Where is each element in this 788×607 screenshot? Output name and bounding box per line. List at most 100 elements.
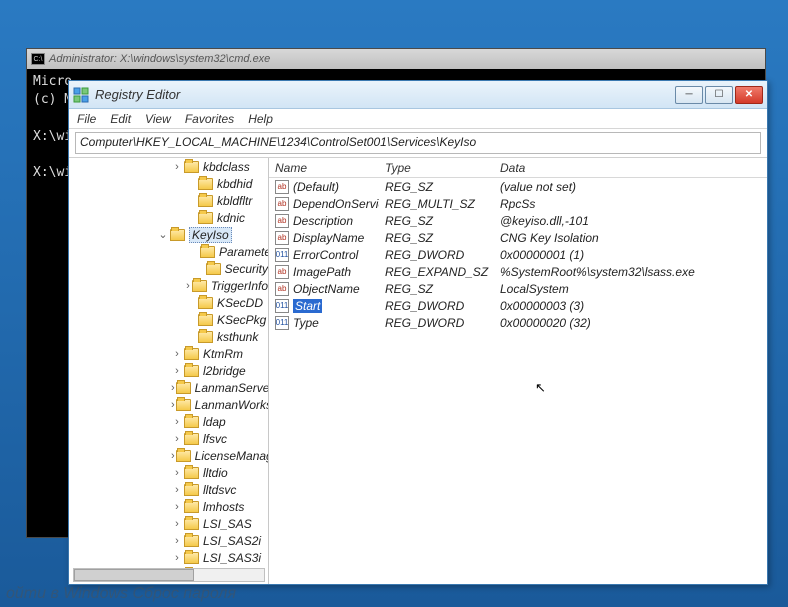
tree-node-ktmrm[interactable]: › KtmRm <box>69 345 268 362</box>
tree-node-lmhosts[interactable]: ›lmhosts <box>69 498 268 515</box>
scrollbar-thumb[interactable] <box>74 569 194 581</box>
regedit-title-text: Registry Editor <box>95 87 675 102</box>
tree-node-kdnic[interactable]: kdnic <box>69 209 268 226</box>
column-header-data[interactable]: Data <box>494 159 767 177</box>
tree-node-lsi_sas3i[interactable]: › LSI_SAS3i <box>69 549 268 566</box>
tree-node-lsi_sas[interactable]: ›LSI_SAS <box>69 515 268 532</box>
menu-view[interactable]: View <box>145 112 171 126</box>
chevron-right-icon[interactable]: › <box>171 518 183 530</box>
value-row[interactable]: abDisplayNameREG_SZCNG Key Isolation <box>269 229 767 246</box>
tree-node-parameters[interactable]: Parameters <box>69 243 268 260</box>
tree-node-label: LSI_SAS3i <box>203 551 261 565</box>
chevron-right-icon[interactable]: › <box>171 416 183 428</box>
tree-node-lanmanserver[interactable]: ›LanmanServer <box>69 379 268 396</box>
values-pane[interactable]: Name Type Data ab(Default)REG_SZ(value n… <box>269 158 767 584</box>
tree-node-kbdclass[interactable]: › kbdclass <box>69 158 268 175</box>
value-data: 0x00000003 (3) <box>494 299 767 313</box>
chevron-right-icon[interactable]: › <box>171 433 183 445</box>
chevron-right-icon[interactable]: › <box>171 535 183 547</box>
tree-node-lanmanworks[interactable]: ›LanmanWorks <box>69 396 268 413</box>
minimize-button[interactable]: ─ <box>675 86 703 104</box>
tree-node-ksecdd[interactable]: KSecDD <box>69 294 268 311</box>
value-row[interactable]: abImagePathREG_EXPAND_SZ%SystemRoot%\sys… <box>269 263 767 280</box>
cmd-titlebar[interactable]: C:\ Administrator: X:\windows\system32\c… <box>27 49 765 69</box>
tree-node-label: KeyIso <box>189 227 232 243</box>
menu-file[interactable]: File <box>77 112 96 126</box>
chevron-right-icon[interactable]: › <box>171 365 183 377</box>
tree-node-lfsvc[interactable]: ›lfsvc <box>69 430 268 447</box>
chevron-right-icon[interactable]: › <box>171 399 175 411</box>
chevron-right-icon[interactable]: › <box>171 348 183 360</box>
tree-node-label: Parameters <box>219 245 269 259</box>
chevron-right-icon[interactable]: › <box>171 161 183 173</box>
value-row[interactable]: abObjectNameREG_SZLocalSystem <box>269 280 767 297</box>
folder-icon <box>184 161 199 173</box>
tree-node-ldap[interactable]: ›ldap <box>69 413 268 430</box>
folder-icon <box>192 280 207 292</box>
value-row[interactable]: 011TypeREG_DWORD0x00000020 (32) <box>269 314 767 331</box>
value-name: Description <box>293 214 353 228</box>
value-type: REG_MULTI_SZ <box>379 197 494 211</box>
tree-node-lsi_sas2i[interactable]: › LSI_SAS2i <box>69 532 268 549</box>
value-row[interactable]: 011StartREG_DWORD0x00000003 (3) <box>269 297 767 314</box>
tree-h-scrollbar[interactable] <box>73 568 265 582</box>
chevron-right-icon[interactable]: › <box>171 552 183 564</box>
tree-node-lltdsvc[interactable]: ›lltdsvc <box>69 481 268 498</box>
value-row[interactable]: ab(Default)REG_SZ(value not set) <box>269 178 767 195</box>
value-row[interactable]: 011ErrorControlREG_DWORD0x00000001 (1) <box>269 246 767 263</box>
folder-icon <box>176 382 191 394</box>
tree-node-l2bridge[interactable]: ›l2bridge <box>69 362 268 379</box>
value-data: LocalSystem <box>494 282 767 296</box>
value-data: 0x00000020 (32) <box>494 316 767 330</box>
value-type: REG_DWORD <box>379 299 494 313</box>
string-value-icon: ab <box>275 180 289 194</box>
menu-favorites[interactable]: Favorites <box>185 112 234 126</box>
tree-pane[interactable]: › kbdclasskbdhidkbldfltr kdnic ⌄ KeyIso Param… <box>69 158 269 584</box>
tree-node-label: kdnic <box>217 211 245 225</box>
folder-icon <box>200 246 215 258</box>
value-data: (value not set) <box>494 180 767 194</box>
chevron-right-icon[interactable]: › <box>171 450 175 462</box>
tree-node-keyiso[interactable]: ⌄ KeyIso <box>69 226 268 243</box>
value-name: Start <box>293 299 322 313</box>
string-value-icon: ab <box>275 282 289 296</box>
tree-node-kbdhid[interactable]: kbdhid <box>69 175 268 192</box>
menu-edit[interactable]: Edit <box>110 112 131 126</box>
close-button[interactable]: ✕ <box>735 86 763 104</box>
tree-node-lltdio[interactable]: ›lltdio <box>69 464 268 481</box>
folder-icon <box>206 263 221 275</box>
folder-icon <box>184 535 199 547</box>
maximize-button[interactable]: ☐ <box>705 86 733 104</box>
tree-node-triggerinfo[interactable]: ›TriggerInfo <box>69 277 268 294</box>
tree-node-licensemanag[interactable]: ›LicenseManag <box>69 447 268 464</box>
regedit-titlebar[interactable]: Registry Editor ─ ☐ ✕ <box>69 81 767 109</box>
values-header: Name Type Data <box>269 158 767 178</box>
column-header-type[interactable]: Type <box>379 159 494 177</box>
chevron-right-icon[interactable]: › <box>171 467 183 479</box>
tree-node-label: KtmRm <box>203 347 243 361</box>
chevron-right-icon[interactable]: › <box>185 280 191 292</box>
tree-node-label: LSI_SAS2i <box>203 534 261 548</box>
tree-node-ksthunk[interactable]: ksthunk <box>69 328 268 345</box>
value-row[interactable]: abDescriptionREG_SZ@keyiso.dll,-101 <box>269 212 767 229</box>
dword-value-icon: 011 <box>275 316 289 330</box>
value-name: ErrorControl <box>293 248 358 262</box>
folder-icon <box>198 314 213 326</box>
chevron-right-icon[interactable]: › <box>171 382 175 394</box>
tree-node-label: kbdclass <box>203 160 250 174</box>
chevron-right-icon[interactable]: › <box>171 501 183 513</box>
folder-icon <box>198 331 213 343</box>
value-name: DisplayName <box>293 231 364 245</box>
column-header-name[interactable]: Name <box>269 159 379 177</box>
address-bar[interactable]: Computer\HKEY_LOCAL_MACHINE\1234\Control… <box>75 132 761 154</box>
tree-node-security[interactable]: Security <box>69 260 268 277</box>
folder-icon <box>184 518 199 530</box>
chevron-right-icon[interactable]: › <box>171 484 183 496</box>
tree-node-ksecpkg[interactable]: KSecPkg <box>69 311 268 328</box>
value-row[interactable]: abDependOnServiceREG_MULTI_SZRpcSs <box>269 195 767 212</box>
menu-help[interactable]: Help <box>248 112 273 126</box>
chevron-down-icon[interactable]: ⌄ <box>157 228 169 241</box>
value-name: ImagePath <box>293 265 351 279</box>
string-value-icon: ab <box>275 214 289 228</box>
tree-node-kbldfltr[interactable]: kbldfltr <box>69 192 268 209</box>
